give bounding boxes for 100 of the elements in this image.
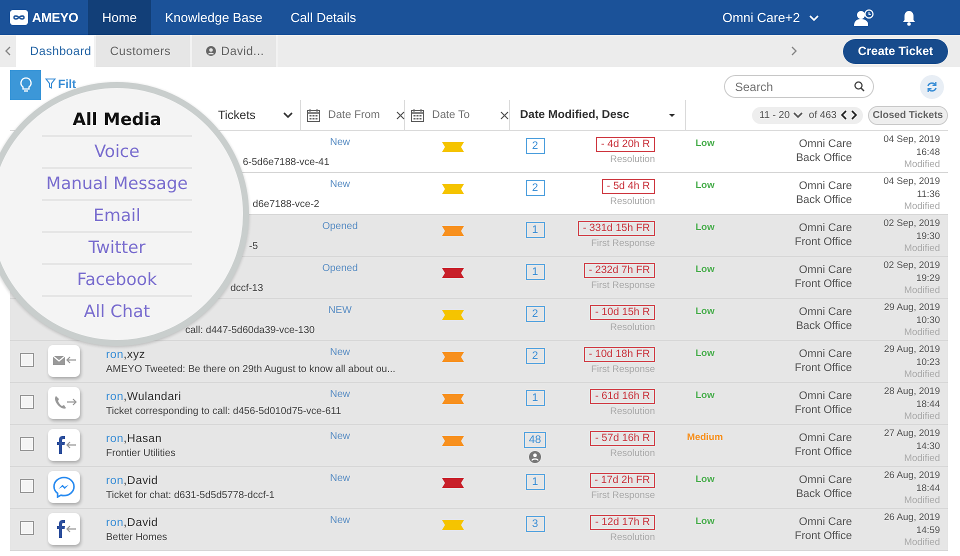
- refresh-button[interactable]: [920, 74, 944, 98]
- status-label: New: [330, 389, 350, 400]
- nav-tab[interactable]: Knowledge Base: [150, 0, 276, 35]
- view-dropdown[interactable]: Tickets: [218, 105, 294, 125]
- lightbulb-button[interactable]: [10, 70, 41, 100]
- sla-timer: - 5d 4h R: [602, 179, 655, 194]
- page-tab[interactable]: David...: [192, 35, 278, 67]
- sla-type: First Response: [591, 490, 655, 501]
- sla-type: Resolution: [610, 196, 655, 207]
- clear-icon[interactable]: [500, 110, 509, 120]
- contact-name[interactable]: ron,Wulandari: [106, 391, 182, 403]
- status-label: NEW: [328, 305, 352, 316]
- row-checkbox[interactable]: [20, 395, 34, 409]
- filter-button[interactable]: Filt: [45, 76, 76, 90]
- date-label: 04 Sep, 2019: [883, 176, 940, 188]
- status-label: Opened: [322, 221, 358, 232]
- ticket-subject: -5: [248, 241, 258, 252]
- nav-tab[interactable]: Home: [88, 0, 151, 35]
- sort-dropdown[interactable]: Date Modified, Desc: [510, 100, 686, 130]
- media-filter-option[interactable]: All Media: [42, 105, 192, 135]
- count-badge[interactable]: 48: [524, 432, 546, 448]
- sla-timer: - 12d 17h R: [590, 515, 655, 530]
- page-total: of 463: [808, 110, 837, 120]
- team-label: Omni Care: [798, 221, 852, 235]
- chevron-left-icon[interactable]: [5, 46, 11, 56]
- team-label: Front Office: [794, 235, 852, 249]
- previous-page-icon[interactable]: [840, 110, 847, 120]
- date-from-field[interactable]: Date From: [326, 108, 390, 122]
- modified-label: Modified: [904, 159, 940, 172]
- account-dropdown[interactable]: Omni Care+2: [702, 0, 840, 35]
- count-badge[interactable]: 1: [526, 222, 544, 238]
- team-label: Front Office: [794, 529, 852, 543]
- team-label: Omni Care: [798, 389, 852, 403]
- ticket-subject: Better Homes: [106, 532, 168, 543]
- calendar-icon: [307, 108, 320, 122]
- priority-label: Low: [696, 348, 714, 359]
- search-field[interactable]: Search: [724, 75, 874, 98]
- time-label: 14:59: [916, 524, 940, 537]
- user-clock-icon[interactable]: [854, 9, 874, 26]
- media-filter-option[interactable]: Twitter: [42, 233, 192, 263]
- sla-timer: - 331d 15h FR: [578, 221, 655, 236]
- logo-text: AMEYO: [32, 10, 78, 25]
- team-label: Omni Care: [798, 179, 852, 193]
- nav-tab[interactable]: Call Details: [276, 0, 370, 35]
- count-badge[interactable]: 1: [526, 390, 544, 406]
- sla-type: First Response: [591, 280, 655, 291]
- row-checkbox[interactable]: [20, 353, 34, 367]
- contact-name[interactable]: ron,Hasan: [106, 433, 162, 445]
- team-label: Omni Care: [798, 473, 852, 487]
- priority-label: Low: [696, 390, 714, 401]
- team-label: Back Office: [796, 193, 852, 207]
- modified-label: Modified: [904, 243, 940, 256]
- time-label: 16:48: [916, 146, 940, 159]
- row-checkbox[interactable]: [20, 521, 34, 535]
- contact-name[interactable]: ron,xyz: [106, 349, 146, 361]
- sla-type: Resolution: [610, 322, 655, 333]
- count-badge[interactable]: 2: [526, 180, 544, 196]
- funnel-icon: [45, 78, 56, 89]
- contact-name[interactable]: ron,David: [106, 517, 158, 529]
- chevron-down-icon: [282, 111, 294, 119]
- sla-timer: - 10d 15h R: [590, 305, 655, 320]
- chevron-right-icon[interactable]: [790, 46, 797, 56]
- row-checkbox[interactable]: [20, 479, 34, 493]
- create-ticket-button[interactable]: Create Ticket: [842, 38, 948, 64]
- count-badge[interactable]: 2: [526, 306, 544, 322]
- page-range-dropdown[interactable]: 11 - 20: [758, 110, 805, 120]
- modified-label: Modified: [904, 411, 940, 424]
- team-label: Front Office: [794, 361, 852, 375]
- count-badge[interactable]: 2: [526, 348, 544, 364]
- count-badge[interactable]: 1: [526, 264, 544, 280]
- media-filter-option[interactable]: Voice: [42, 137, 192, 167]
- sla-timer: - 17d 2h FR: [590, 473, 655, 488]
- clear-icon[interactable]: [396, 110, 405, 120]
- sla-type: Resolution: [610, 154, 655, 165]
- priority-label: Low: [696, 516, 714, 527]
- count-badge[interactable]: 3: [526, 516, 544, 532]
- ticket-subject: d6e7188-vce-2: [252, 199, 320, 210]
- ticket-subject: dccf-13: [230, 283, 264, 294]
- sla-type: Resolution: [610, 448, 655, 459]
- media-filter-option[interactable]: Email: [42, 201, 192, 231]
- ticket-subject: call: d447-5d60da39-vce-130: [185, 325, 315, 336]
- count-badge[interactable]: 1: [526, 474, 544, 490]
- sla-type: First Response: [591, 238, 655, 249]
- media-filter-option[interactable]: Manual Message: [42, 169, 192, 199]
- media-filter-option[interactable]: Facebook: [42, 265, 192, 295]
- status-label: Opened: [322, 263, 358, 274]
- row-checkbox[interactable]: [20, 437, 34, 451]
- page-tab[interactable]: Dashboard: [16, 35, 96, 67]
- team-label: Front Office: [794, 403, 852, 417]
- bell-icon[interactable]: [902, 10, 916, 26]
- caret-icon: [669, 114, 675, 116]
- team-label: Back Office: [796, 151, 852, 165]
- media-filter-option[interactable]: All Chat: [42, 297, 192, 327]
- date-to-field[interactable]: Date To: [430, 108, 494, 122]
- count-badge[interactable]: 2: [526, 138, 544, 154]
- page-tab[interactable]: Customers: [96, 35, 192, 67]
- closed-tickets-button[interactable]: Closed Tickets: [868, 106, 948, 124]
- contact-name[interactable]: ron,David: [106, 475, 158, 487]
- next-page-icon[interactable]: [850, 110, 857, 120]
- modified-label: Modified: [904, 453, 940, 466]
